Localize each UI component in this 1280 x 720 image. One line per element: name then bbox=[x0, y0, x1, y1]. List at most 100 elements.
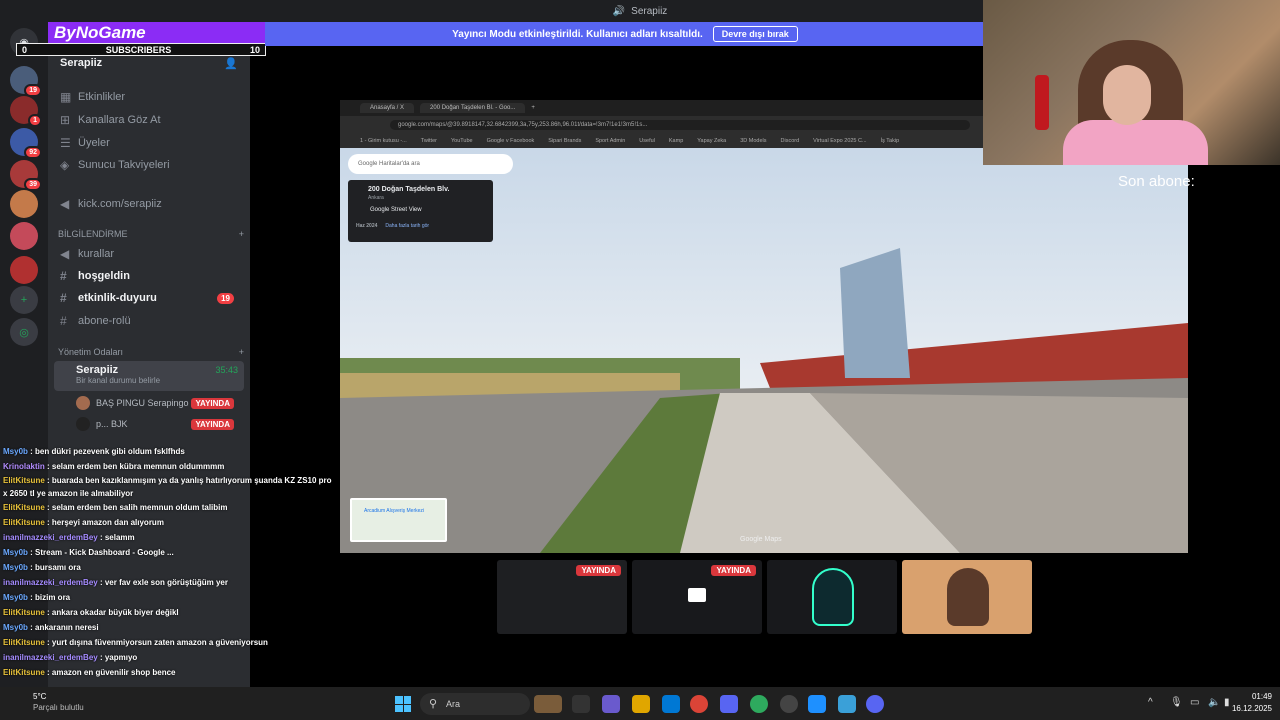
new-tab-icon[interactable]: + bbox=[531, 105, 535, 111]
browser-tab[interactable]: 200 Doğan Taşdelen Bl. - Goo... bbox=[420, 103, 526, 113]
bookmark-item[interactable]: İş Takip bbox=[881, 138, 900, 144]
app-icon[interactable] bbox=[808, 695, 826, 713]
add-channel-icon[interactable]: + bbox=[239, 229, 244, 239]
url-field[interactable]: google.com/maps/@39.8918147,32.6842399,3… bbox=[390, 120, 970, 130]
place-card: 200 Doğan Taşdelen Blv. Ankara Google St… bbox=[348, 180, 493, 242]
stream-thumbnail[interactable]: YAYINDA bbox=[497, 560, 627, 634]
bookmark-item[interactable]: 3D Models bbox=[740, 138, 766, 144]
stream-viewer[interactable]: Anasayfa / X 200 Doğan Taşdelen Bl. - Go… bbox=[340, 100, 1188, 553]
microphone-icon[interactable]: 🎙 bbox=[1170, 697, 1183, 708]
bookmark-item[interactable]: Discord bbox=[781, 138, 800, 144]
channel-rules[interactable]: ◀ kurallar bbox=[54, 244, 244, 264]
store-icon[interactable] bbox=[662, 695, 680, 713]
stream-thumbnail[interactable]: YAYINDA bbox=[632, 560, 762, 634]
brand-logo: ByNoGame bbox=[54, 23, 146, 42]
voice-channel-name: Serapiiz bbox=[76, 364, 119, 376]
voice-status[interactable]: Bir kanal durumu belirle bbox=[60, 376, 238, 385]
obs-icon[interactable] bbox=[780, 695, 798, 713]
maps-search-input[interactable]: Google Haritalar'da ara bbox=[348, 154, 513, 174]
clock[interactable]: 01:49 16.12.2025 bbox=[1232, 691, 1272, 715]
chat-message: Krinolaktin : selam erdem ben kübra memn… bbox=[3, 462, 225, 471]
bookmark-item[interactable]: Yapay Zeka bbox=[697, 138, 726, 144]
streamer-face bbox=[1103, 65, 1151, 125]
channel-welcome[interactable]: # hoşgeldin bbox=[54, 266, 244, 286]
bookmark-item[interactable]: Virtual Expo 2025 C... bbox=[813, 138, 866, 144]
participant-tile[interactable] bbox=[902, 560, 1032, 634]
weather-widget[interactable]: 5°C Parçalı bulutlu bbox=[8, 691, 84, 713]
channel-kick-link[interactable]: ◀ kick.com/serapiiz bbox=[54, 194, 244, 214]
server-icon[interactable] bbox=[10, 222, 38, 250]
volume-icon[interactable]: 🔈 bbox=[1208, 697, 1220, 708]
task-view-icon[interactable] bbox=[572, 695, 590, 713]
category-admin[interactable]: Yönetim Odaları + bbox=[58, 347, 244, 357]
server-icon[interactable]: 92 bbox=[10, 128, 42, 159]
webcam-feed bbox=[983, 0, 1280, 165]
voice-channel-active[interactable]: Serapiiz 35:43 Bir kanal durumu belirle bbox=[54, 361, 244, 391]
server-icon[interactable]: 39 bbox=[10, 160, 42, 191]
channel-subrole[interactable]: # abone-rolü bbox=[54, 311, 244, 331]
server-icon[interactable]: 19 bbox=[10, 66, 42, 97]
app-icon[interactable] bbox=[720, 695, 738, 713]
network-icon[interactable]: ▭ bbox=[1190, 697, 1199, 708]
server-icon[interactable] bbox=[10, 190, 38, 218]
add-member-icon[interactable]: 👤 bbox=[224, 57, 238, 70]
category-info[interactable]: BİLGİLENDİRME + bbox=[58, 229, 244, 239]
voice-user[interactable]: p... BJK YAYINDA bbox=[76, 416, 238, 432]
disable-streamer-mode-button[interactable]: Devre dışı bırak bbox=[712, 26, 798, 42]
battery-icon[interactable]: ▮ bbox=[1224, 697, 1230, 708]
file-explorer-icon[interactable] bbox=[632, 695, 650, 713]
subs-label: SUBSCRIBERS bbox=[105, 44, 172, 55]
last-subscriber: Son abone: bbox=[1118, 173, 1195, 190]
sidebar-item-boosts[interactable]: ◈ Sunucu Takviyeleri bbox=[54, 155, 244, 175]
taskbar-search[interactable]: ⚲ Ara bbox=[420, 693, 530, 715]
hash-icon: # bbox=[60, 314, 67, 328]
live-badge: YAYINDA bbox=[711, 565, 756, 576]
sidebar-item-events[interactable]: ▦ Etkinlikler bbox=[54, 87, 244, 107]
voice-user[interactable]: BAŞ PINGU Serapingo YAYINDA bbox=[76, 395, 238, 411]
server-header[interactable]: Serapiiz 👤 bbox=[48, 56, 250, 70]
server-icon[interactable] bbox=[10, 256, 38, 284]
sidebar-item-browse[interactable]: ⊞ Kanallara Göz At bbox=[54, 110, 244, 130]
chrome-icon[interactable] bbox=[690, 695, 708, 713]
chat-message: inanilmazzeki_erdemBey : ver fav exle so… bbox=[3, 578, 228, 587]
minimap[interactable]: Arcadium Alışveriş Merkezi bbox=[350, 498, 447, 542]
bookmark-item[interactable]: Kamp bbox=[669, 138, 683, 144]
weather-temp: 5°C bbox=[33, 692, 47, 701]
weather-condition: Parçalı bulutlu bbox=[33, 703, 84, 712]
chat-message: inanilmazzeki_erdemBey : yapmıyo bbox=[3, 653, 138, 662]
street-view-panorama[interactable]: Google Haritalar'da ara 200 Doğan Taşdel… bbox=[340, 148, 1188, 553]
bookmark-item[interactable]: Sipari Brands bbox=[548, 138, 581, 144]
hash-icon: # bbox=[60, 291, 67, 305]
bookmark-item[interactable]: Useful bbox=[639, 138, 655, 144]
window-title: Serapiiz bbox=[631, 5, 668, 17]
place-city: Ankara bbox=[368, 195, 384, 201]
bookmark-item[interactable]: Sport Admin bbox=[595, 138, 625, 144]
sidebar-item-members[interactable]: ☰ Üyeler bbox=[54, 133, 244, 153]
bookmark-item[interactable]: YouTube bbox=[451, 138, 473, 144]
widgets-icon[interactable] bbox=[534, 695, 562, 713]
participant-tile[interactable] bbox=[767, 560, 897, 634]
bookmark-item[interactable]: Twitter bbox=[421, 138, 437, 144]
members-icon: ☰ bbox=[60, 136, 71, 150]
chat-message: ElitKitsune : amazon en güvenilir shop b… bbox=[3, 668, 176, 677]
explore-icon[interactable]: ◎ bbox=[10, 318, 38, 346]
settings-icon[interactable] bbox=[838, 695, 856, 713]
chat-message: Msy0b : ankaranın neresi bbox=[3, 623, 99, 632]
subs-current: 0 bbox=[22, 44, 28, 55]
windows-taskbar: 5°C Parçalı bulutlu ⚲ Ara ^ 🎙 ▭ 🔈 ▮ 01:4… bbox=[0, 687, 1280, 720]
bookmark-item[interactable]: 1 - Girim kutusu -... bbox=[360, 138, 407, 144]
add-server-icon[interactable]: + bbox=[10, 286, 38, 314]
discord-icon[interactable] bbox=[866, 695, 884, 713]
browser-tab[interactable]: Anasayfa / X bbox=[360, 103, 415, 113]
avatar bbox=[76, 396, 90, 410]
add-channel-icon[interactable]: + bbox=[239, 347, 244, 357]
chevron-up-icon[interactable]: ^ bbox=[1148, 697, 1153, 708]
bookmark-item[interactable]: Google v Facebook bbox=[487, 138, 535, 144]
server-icon[interactable]: 1 bbox=[10, 96, 42, 127]
chrome-profile-icon[interactable] bbox=[750, 695, 768, 713]
more-dates-link[interactable]: Daha fazla tarih gör bbox=[385, 223, 429, 229]
hash-icon: # bbox=[60, 269, 67, 283]
start-button[interactable] bbox=[395, 696, 411, 712]
copilot-icon[interactable] bbox=[602, 695, 620, 713]
channel-events[interactable]: # etkinlik-duyuru 19 bbox=[54, 288, 244, 308]
